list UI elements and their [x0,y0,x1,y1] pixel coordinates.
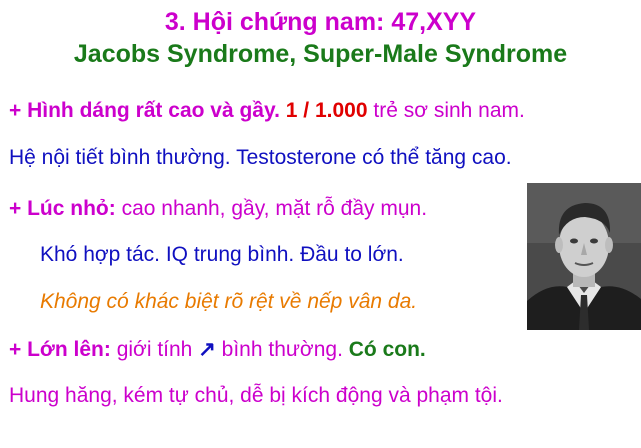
line1-ratio: 1 / 1.000 [285,99,368,122]
slide-title: 3. Hội chứng nam: 47,XYY [164,8,477,36]
slide-subtitle: Jacobs Syndrome, Super-Male Syndrome [73,40,568,68]
line1-prefix: + Hình dáng rất cao và gầy. [9,99,280,122]
line6-text-b: bình thường. [221,338,343,361]
line-childhood: + Lúc nhỏ: cao nhanh, gầy, mặt rỗ đầy mụ… [9,197,427,221]
line1-suffix: trẻ sơ sinh nam. [373,99,525,122]
line-height-frequency: + Hình dáng rất cao và gầy. 1 / 1.000 tr… [9,99,525,123]
line3-prefix: + Lúc nhỏ: [9,197,116,220]
line-adulthood: + Lớn lên: giới tính ↗ bình thường. Có c… [9,337,426,362]
line6-text-a: giới tính [116,338,193,361]
line6-prefix: + Lớn lên: [9,338,111,361]
line-cooperation: Khó hợp tác. IQ trung bình. Đầu to lớn. [40,243,404,266]
line6-tail: Có con. [348,338,426,361]
arrow-up-right-icon: ↗ [198,338,216,361]
line-behavior: Hung hăng, kém tự chủ, dễ bị kích động v… [9,384,503,407]
portrait-photo [527,183,641,330]
line3-text: cao nhanh, gầy, mặt rỗ đầy mụn. [121,197,428,220]
line-dermatoglyphics: Không có khác biệt rõ rệt về nếp vân da. [40,290,418,313]
line-endocrine: Hệ nội tiết bình thường. Testosterone có… [9,146,512,169]
